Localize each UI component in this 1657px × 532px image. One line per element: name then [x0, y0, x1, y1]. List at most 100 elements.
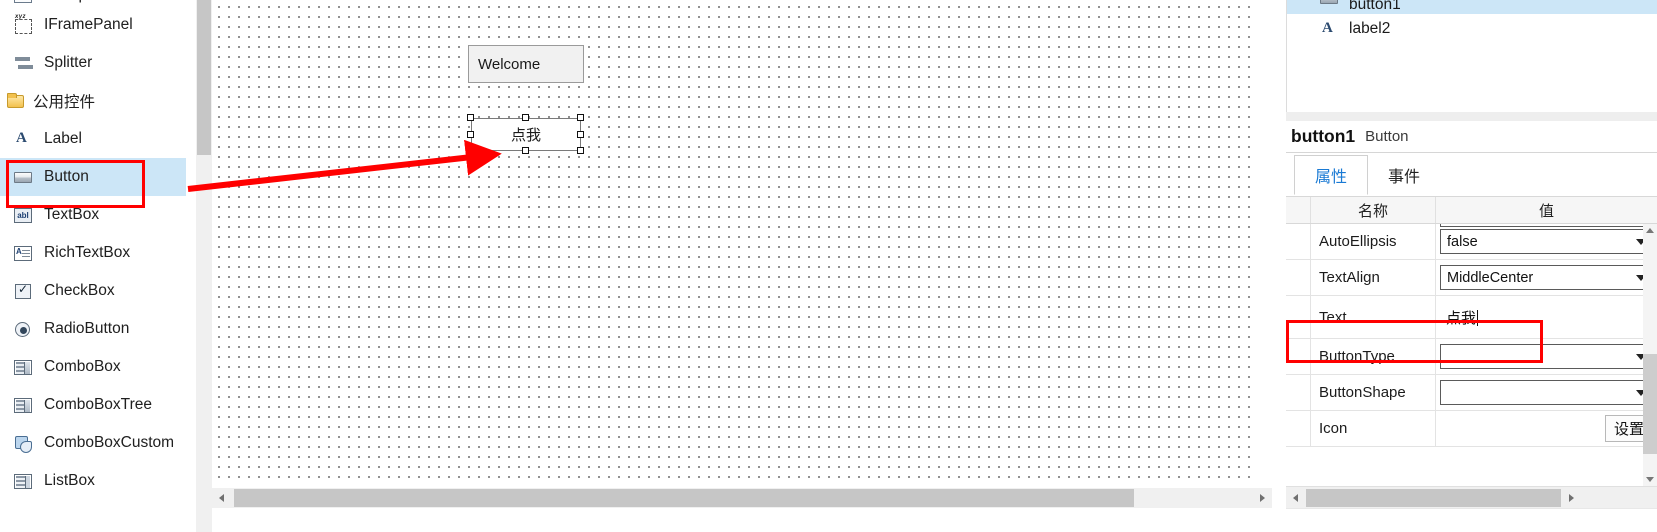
toolbox-item-label: ListBox [44, 472, 95, 489]
row-gutter [1286, 375, 1311, 410]
toolbox-item-comboboxtree[interactable]: ComboBoxTree [0, 386, 186, 424]
right-panel-footer [1286, 508, 1657, 532]
property-row-icon[interactable]: Icon 设置 [1286, 411, 1657, 447]
design-surface[interactable]: Welcome 点我 [212, 0, 1258, 486]
toolbox-item-label: ComboBoxTree [44, 396, 152, 413]
toolbox-panel[interactable]: GroupBox xyz IFramePanel Splitter 公用控件 A… [0, 0, 186, 532]
property-name: Text [1311, 296, 1436, 338]
tab-events[interactable]: 事件 [1368, 155, 1440, 195]
chevron-left-icon[interactable] [1293, 494, 1298, 502]
toolbox-item-label: Splitter [44, 54, 93, 71]
chevron-left-icon[interactable] [219, 494, 224, 502]
folder-icon [6, 92, 25, 110]
toolbox-item-label: RadioButton [44, 320, 130, 337]
resize-handle-ne[interactable] [577, 114, 584, 121]
resize-handle-nw[interactable] [467, 114, 474, 121]
property-row-textalign[interactable]: TextAlign MiddleCenter [1286, 260, 1657, 296]
property-row-buttontype[interactable]: ButtonType [1286, 339, 1657, 375]
toolbox-item-splitter[interactable]: Splitter [0, 44, 186, 82]
comboboxcustom-icon [14, 435, 33, 453]
resize-handle-s[interactable] [522, 147, 529, 154]
property-select-autoellipsis[interactable]: false [1440, 229, 1653, 254]
property-name: Icon [1311, 411, 1436, 446]
toolbox-item-label: RichTextBox [44, 244, 131, 261]
row-gutter [1286, 411, 1311, 446]
panel-divider [1286, 112, 1657, 121]
property-value-cell[interactable]: MiddleCenter [1436, 260, 1657, 295]
chevron-down-icon[interactable] [1646, 477, 1654, 482]
toolbox-item-checkbox[interactable]: CheckBox [0, 272, 186, 310]
toolbox-item-listbox[interactable]: ListBox [0, 462, 186, 500]
property-grid-body[interactable]: AutoSize false AutoEllipsis false [1286, 224, 1657, 486]
toolbox-item-combobox[interactable]: ComboBox [0, 348, 186, 386]
toolbox-item-label[interactable]: A Label [0, 120, 186, 158]
toolbox-group-label: 公用控件 [33, 94, 96, 111]
property-select-buttontype[interactable] [1440, 344, 1653, 369]
toolbox-item-label: CheckBox [44, 282, 115, 299]
property-value-cell[interactable] [1436, 375, 1657, 410]
resize-handle-w[interactable] [467, 131, 474, 138]
property-name: AutoEllipsis [1311, 224, 1436, 259]
property-value-cell[interactable]: false [1436, 224, 1657, 259]
chevron-right-icon[interactable] [1260, 494, 1265, 502]
resize-handle-e[interactable] [577, 131, 584, 138]
property-value-cell[interactable] [1436, 339, 1657, 374]
property-name: ButtonType [1311, 339, 1436, 374]
inspector-tabs[interactable]: 属性 事件 [1286, 155, 1657, 195]
splitter-icon [14, 55, 33, 72]
toolbox-vertical-scrollbar[interactable] [196, 0, 212, 532]
canvas-hscrollbar-thumb[interactable] [234, 489, 1134, 507]
checkbox-icon [14, 282, 33, 300]
toolbox-item-textbox[interactable]: abl TextBox [0, 196, 186, 234]
tree-node-button1[interactable]: button1 [1287, 0, 1657, 14]
tree-node-label: label2 [1349, 20, 1391, 37]
grid-header-name: 名称 [1311, 197, 1436, 223]
canvas-horizontal-scrollbar[interactable] [212, 488, 1272, 508]
resize-handle-sw[interactable] [467, 147, 474, 154]
toolbox-item-button[interactable]: Button [0, 158, 186, 196]
toolbox-item-label: IFramePanel [44, 16, 133, 33]
property-name: ButtonShape [1311, 375, 1436, 410]
toolbox-item-label: ComboBoxCustom [44, 434, 175, 451]
toolbox-group-common-controls[interactable]: 公用控件 [0, 82, 186, 120]
property-grid-hscrollbar-thumb[interactable] [1306, 489, 1561, 507]
label-icon: A [16, 129, 27, 146]
canvas-button-text: 点我 [510, 127, 541, 144]
row-gutter [1286, 224, 1311, 259]
canvas-control-label2[interactable]: Welcome [468, 45, 584, 83]
button-icon [1320, 0, 1339, 14]
property-value-cell[interactable]: 点我 [1436, 296, 1657, 338]
iframe-panel-icon: xyz [14, 14, 33, 34]
toolbox-item-comboboxcustom[interactable]: ComboBoxCustom [0, 424, 186, 462]
chevron-up-icon[interactable] [1646, 228, 1654, 233]
property-grid-header: 名称 值 [1286, 196, 1657, 224]
toolbox-scrollbar-thumb[interactable] [197, 0, 211, 155]
toolbox-item-richtextbox[interactable]: RichTextBox [0, 234, 186, 272]
property-grid-horizontal-scrollbar[interactable] [1286, 486, 1657, 508]
property-grid-vertical-scrollbar[interactable] [1643, 224, 1657, 486]
property-grid-vscrollbar-thumb[interactable] [1643, 354, 1657, 454]
toolbox-item-iframepanel[interactable]: xyz IFramePanel [0, 6, 186, 44]
inspector-object-name: button1 [1291, 126, 1356, 146]
tree-node-label2[interactable]: A label2 [1287, 14, 1657, 44]
resize-handle-se[interactable] [577, 147, 584, 154]
object-tree[interactable]: button1 A label2 [1286, 0, 1657, 112]
canvas-label-text: Welcome [478, 55, 541, 73]
resize-handle-n[interactable] [522, 114, 529, 121]
toolbox-item-radiobutton[interactable]: RadioButton [0, 310, 186, 348]
property-row-buttonshape[interactable]: ButtonShape [1286, 375, 1657, 411]
property-value-cell[interactable]: 设置 [1436, 411, 1657, 446]
tab-properties[interactable]: 属性 [1294, 155, 1369, 195]
toolbox-item-label: Button [44, 168, 89, 185]
design-canvas-area[interactable]: Welcome 点我 [212, 0, 1272, 532]
property-row-autoellipsis[interactable]: AutoEllipsis false [1286, 224, 1657, 260]
inspector-object-header: button1 Button [1286, 121, 1657, 153]
chevron-right-icon[interactable] [1569, 494, 1574, 502]
property-text-input[interactable]: 点我 [1440, 307, 1479, 328]
toolbox-item-label: Label [44, 130, 82, 147]
richtextbox-icon [14, 245, 33, 262]
property-row-text[interactable]: Text 点我 [1286, 296, 1657, 339]
property-select-buttonshape[interactable] [1440, 380, 1653, 405]
radiobutton-icon [14, 321, 33, 338]
property-select-textalign[interactable]: MiddleCenter [1440, 265, 1653, 290]
